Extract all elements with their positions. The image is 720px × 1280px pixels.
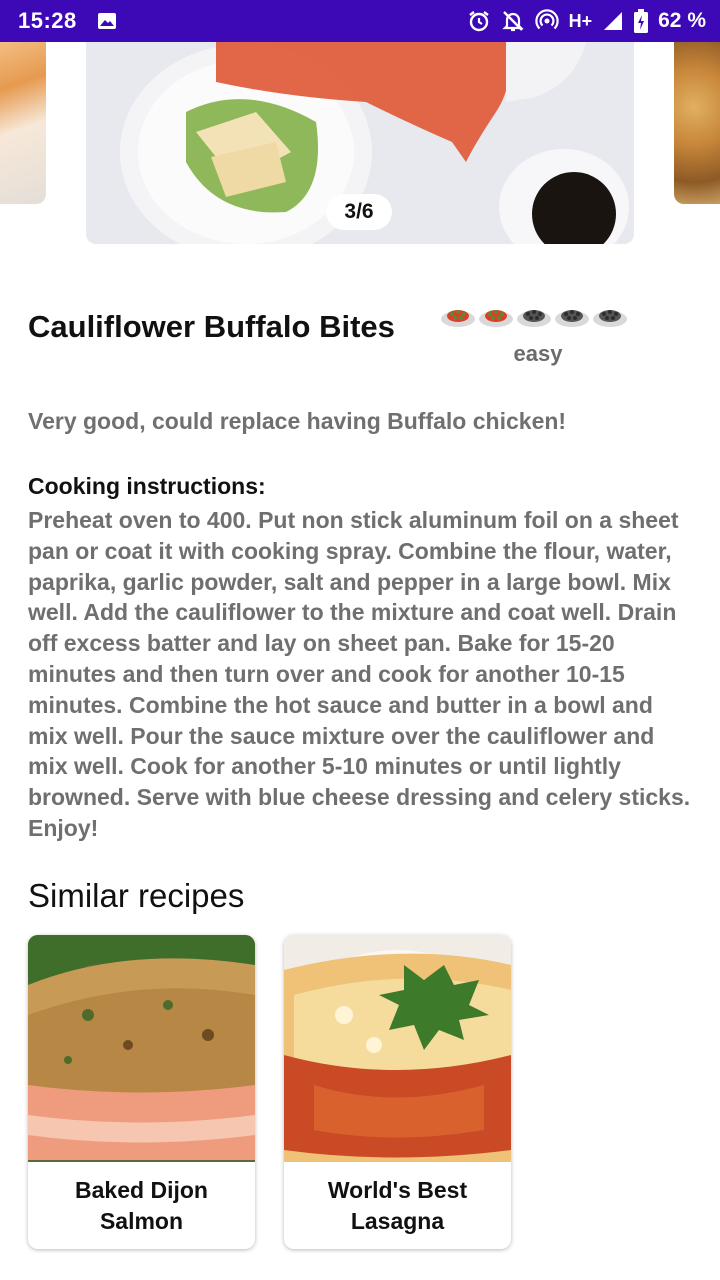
network-type: H+ (568, 10, 593, 31)
difficulty-plate-empty-icon (517, 310, 551, 327)
image-icon (98, 13, 116, 29)
difficulty-label: easy (513, 341, 563, 366)
image-carousel[interactable]: 3/6 (0, 42, 720, 247)
similar-recipe-card[interactable]: World's Best Lasagna (284, 935, 511, 1249)
recipe-title: Cauliflower Buffalo Bites (28, 309, 395, 344)
next-recipe-photo[interactable] (674, 42, 720, 204)
status-right: H+ 62 % (467, 7, 706, 35)
similar-recipe-card[interactable]: Baked Dijon Salmon (28, 935, 255, 1249)
battery-icon (634, 9, 649, 33)
difficulty-plate-empty-icon (593, 310, 627, 327)
salmon-photo (28, 935, 255, 1162)
instructions-heading: Cooking instructions: (28, 473, 266, 499)
status-time: 15:28 (18, 8, 77, 33)
notifications-off-icon (501, 11, 524, 32)
difficulty-plate-filled-icon (479, 310, 513, 327)
similar-recipes-heading: Similar recipes (28, 877, 245, 914)
difficulty-plate-empty-icon (555, 310, 589, 327)
photo-counter: 3/6 (326, 194, 392, 230)
lasagna-photo (284, 935, 511, 1162)
hotspot-icon (534, 9, 559, 30)
difficulty-icons (440, 305, 640, 329)
signal-icon (604, 12, 623, 30)
similar-recipe-title: Baked Dijon Salmon (75, 1177, 208, 1234)
status-bar: 15:28 H+ 62 % (0, 0, 720, 42)
difficulty-rating: easy (440, 305, 640, 375)
alarm-icon (468, 11, 489, 32)
previous-recipe-photo[interactable] (0, 42, 46, 204)
similar-recipe-title: World's Best Lasagna (327, 1177, 468, 1234)
recipe-comment: Very good, could replace having Buffalo … (28, 408, 567, 434)
battery-percent: 62 % (658, 9, 706, 32)
instructions-text: Preheat oven to 400. Put non stick alumi… (28, 507, 691, 841)
difficulty-plate-filled-icon (441, 310, 475, 327)
